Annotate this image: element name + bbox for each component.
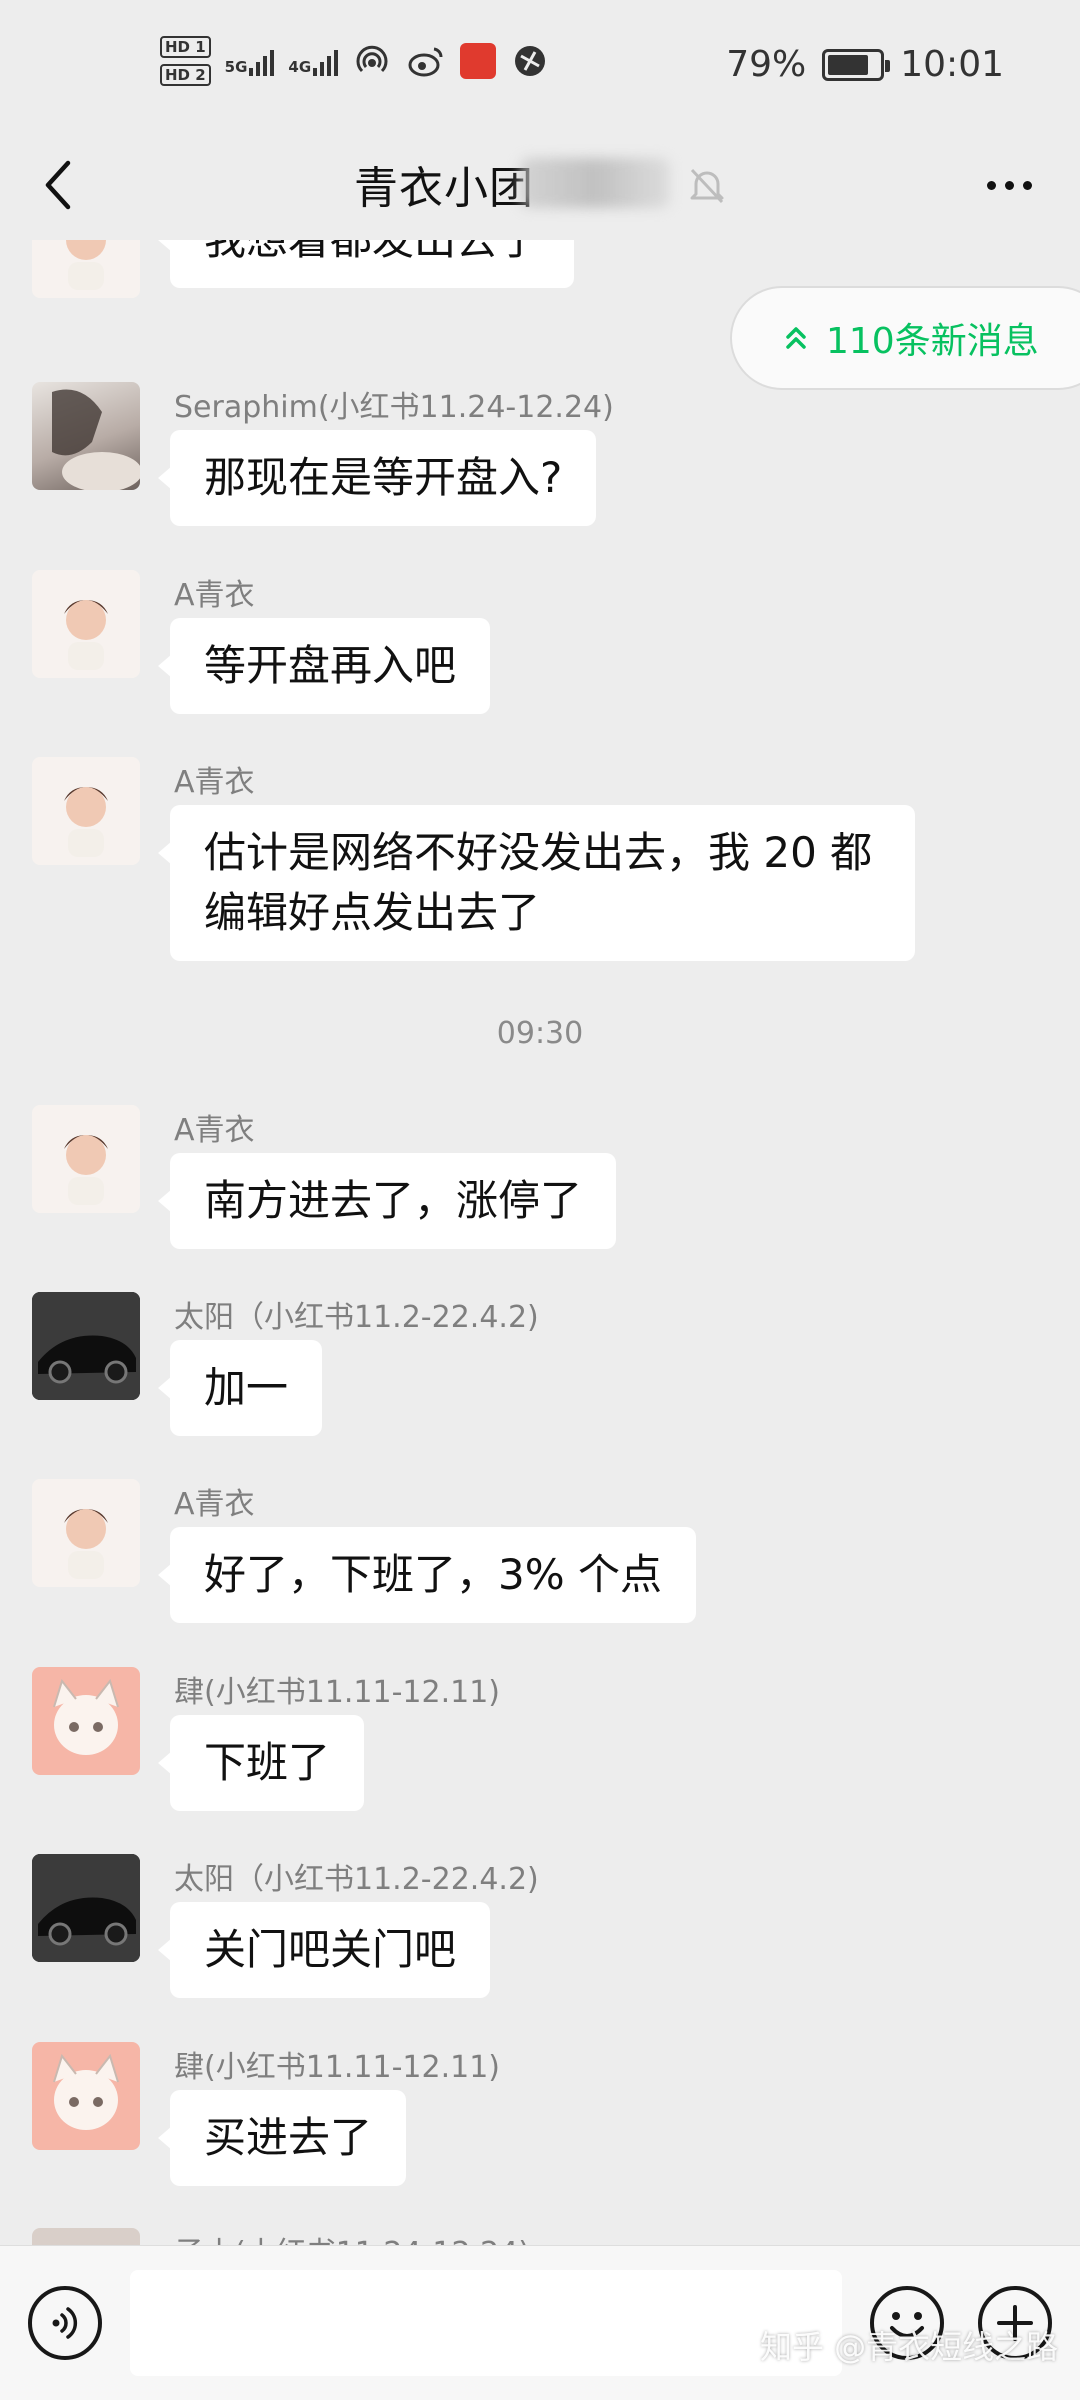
chat-header: 青衣小团 — [0, 130, 1080, 240]
message-bubble[interactable]: 好了，下班了，3% 个点 — [158, 1527, 696, 1623]
more-dot — [1004, 180, 1014, 190]
message-bubble[interactable]: 买进去了 — [157, 2090, 407, 2186]
net-5g-label: 5G — [224, 58, 248, 76]
voice-icon — [52, 2307, 78, 2339]
avatar[interactable] — [32, 1854, 140, 1962]
message-bubble[interactable]: 南方进去了，涨停了 — [157, 1153, 617, 1249]
back-button[interactable] — [28, 150, 88, 220]
signal-bars-icon — [249, 46, 275, 76]
message-bubble[interactable]: 我想着都发出去了 — [157, 240, 575, 288]
sender-name: Seraphim(小红书11.24-12.24) — [174, 390, 614, 425]
avatar[interactable] — [32, 382, 140, 490]
more-dot — [1022, 180, 1032, 190]
signal-5g: 5G — [225, 46, 275, 76]
net-4g-label: 4G — [288, 58, 312, 76]
avatar[interactable] — [32, 2228, 140, 2245]
app-notification-icon — [460, 43, 497, 79]
sender-name: 孑小(小红书11.24-12.24) — [174, 2228, 530, 2245]
avatar[interactable] — [32, 1667, 140, 1775]
avatar[interactable] — [32, 570, 140, 678]
hd1-badge: HD 1 — [160, 36, 211, 58]
chevron-left-icon — [45, 160, 71, 210]
message-input[interactable] — [130, 2270, 842, 2376]
more-button[interactable] — [974, 160, 1044, 210]
voice-button[interactable] — [28, 2286, 102, 2360]
avatar[interactable] — [32, 1105, 140, 1213]
time-separator: 09:30 — [496, 1016, 584, 1051]
hd2-badge: HD 2 — [160, 64, 211, 86]
hotspot-icon — [352, 41, 392, 81]
avatar[interactable] — [32, 1479, 140, 1587]
message-bubble[interactable]: 关门吧关门吧 — [157, 1902, 491, 1998]
status-right: 79% 10:01 — [726, 44, 1004, 85]
battery-percent: 79% — [726, 44, 807, 85]
signal-4g: 4G — [288, 46, 339, 76]
signal-bars-icon — [313, 46, 339, 76]
new-messages-button[interactable]: 110条新消息 — [730, 286, 1080, 390]
avatar[interactable] — [32, 757, 140, 865]
sender-name: A青衣 — [174, 1113, 255, 1148]
plus-circle-icon — [997, 2305, 1033, 2341]
bell-off-icon — [690, 168, 724, 204]
sender-name: 太阳（小红书11.2-22.4.2) — [174, 1300, 539, 1335]
sender-name: A青衣 — [174, 765, 255, 800]
status-bar: HD 1 HD 2 5G 4G 79% 10:01 — [0, 0, 1080, 130]
avatar[interactable] — [32, 240, 140, 298]
battery-icon — [822, 48, 891, 81]
emoji-button[interactable] — [870, 2286, 944, 2360]
sender-name: A青衣 — [174, 578, 255, 613]
browser-icon — [510, 41, 550, 81]
message-bubble[interactable]: 等开盘再入吧 — [157, 618, 491, 714]
input-bar — [0, 2245, 1080, 2400]
chat-title[interactable]: 青衣小团 — [354, 152, 534, 216]
sender-name: 肆(小红书11.11-12.11) — [174, 1675, 501, 1710]
battery-fill — [828, 54, 868, 75]
weibo-icon — [406, 41, 446, 81]
plus-button[interactable] — [978, 2286, 1052, 2360]
chat-message-list[interactable]: 我想着都发出去了 Seraphim(小红书11.24-12.24) 那现在是等开… — [0, 240, 1080, 2245]
hd-indicators: HD 1 HD 2 — [160, 36, 211, 86]
avatar[interactable] — [32, 2042, 140, 2150]
status-left: HD 1 HD 2 5G 4G — [160, 36, 550, 86]
sender-name: 肆(小红书11.11-12.11) — [174, 2050, 501, 2085]
message-bubble[interactable]: 加一 — [157, 1340, 323, 1436]
blurred-title-region — [520, 158, 670, 208]
sender-name: A青衣 — [174, 1487, 255, 1522]
avatar[interactable] — [32, 1292, 140, 1400]
message-bubble[interactable]: 估计是网络不好没发出去，我 20 都编辑好点发出去了 — [158, 805, 915, 961]
sender-name: 太阳（小红书11.2-22.4.2) — [174, 1862, 539, 1897]
smile-icon — [890, 2312, 924, 2338]
new-messages-label: 110条新消息 — [826, 321, 1039, 362]
message-bubble[interactable]: 下班了 — [157, 1715, 365, 1811]
clock: 10:01 — [900, 44, 1004, 85]
message-bubble[interactable]: 那现在是等开盘入? — [157, 430, 597, 526]
more-dot — [986, 180, 996, 190]
double-chevron-up-icon — [786, 327, 806, 349]
